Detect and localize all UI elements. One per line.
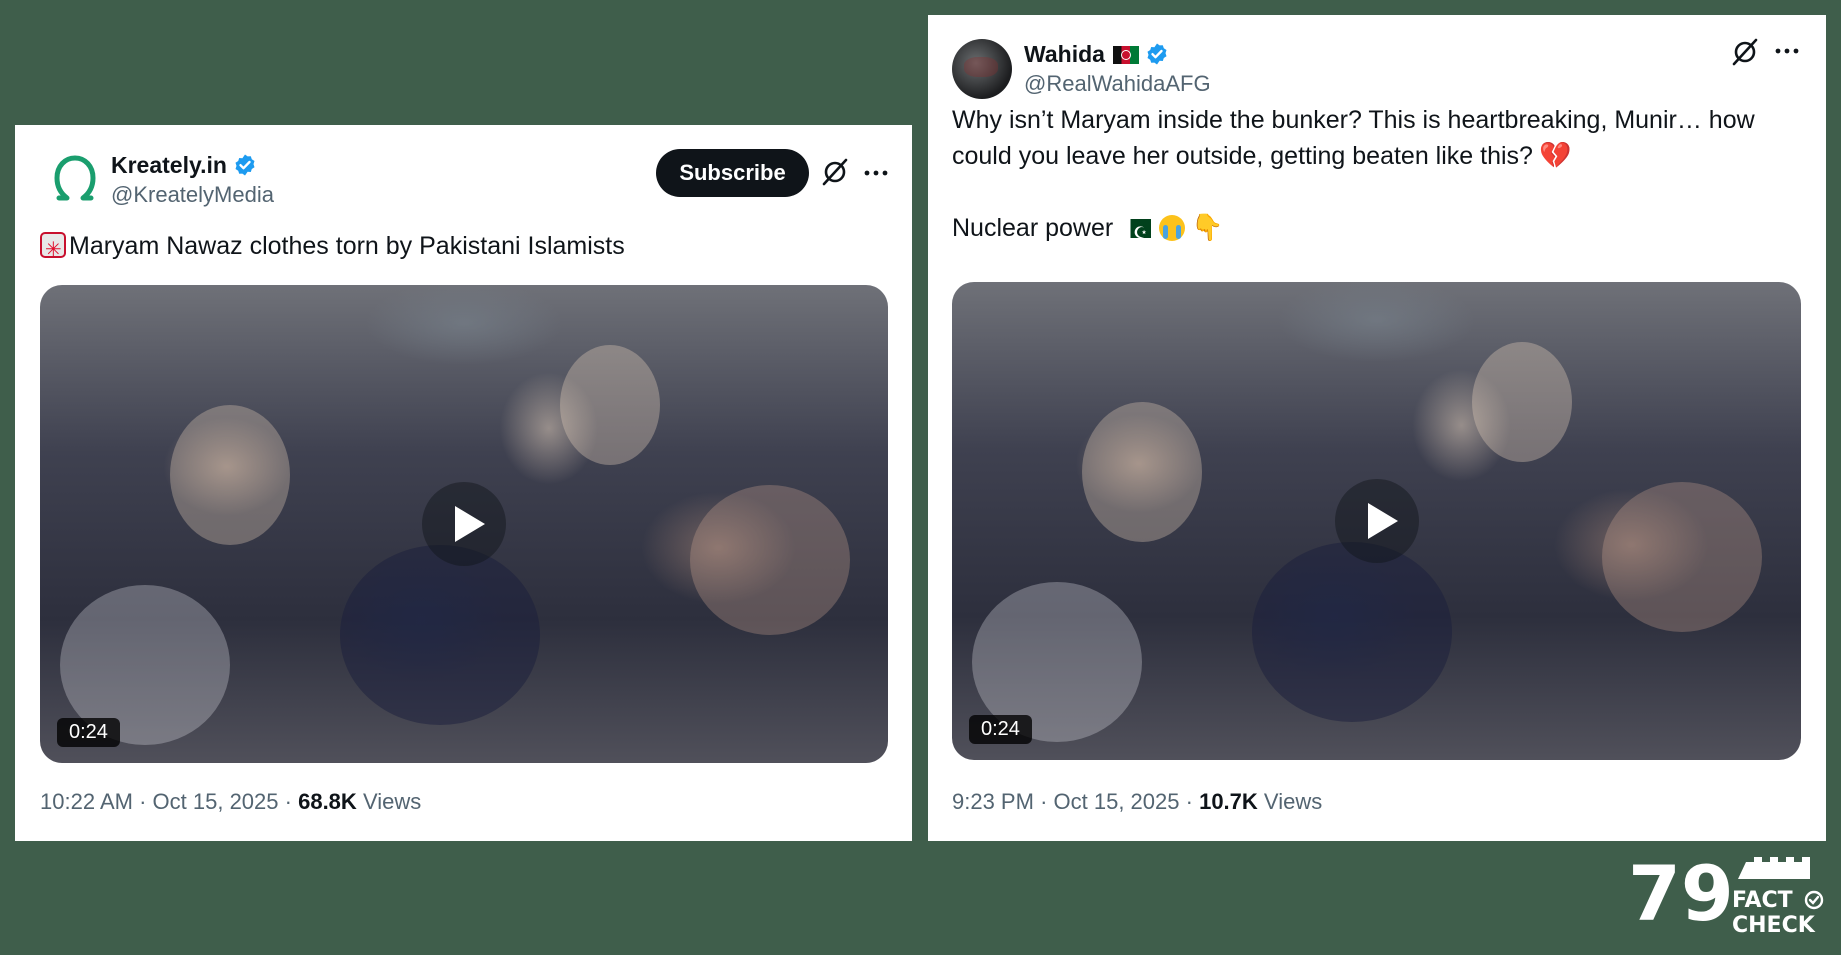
views-count: 68.8K	[298, 789, 357, 814]
tweet-text-content-2: Nuclear power	[952, 214, 1114, 242]
afghanistan-flag-icon	[1112, 46, 1139, 64]
more-options-icon[interactable]	[1773, 37, 1801, 65]
pakistan-flag-icon	[1123, 215, 1152, 251]
crying-face-emoji-icon	[1159, 215, 1186, 241]
wahida-avatar[interactable]	[952, 39, 1012, 99]
author-name-text[interactable]: Wahida	[1024, 41, 1105, 67]
tweet-text-content: Why isn’t Maryam inside the bunker? This…	[952, 106, 1755, 170]
tweet-date[interactable]: Oct 15, 2025	[1054, 789, 1180, 814]
video-duration: 0:24	[969, 715, 1032, 744]
79-fact-check-logo: 79 FACT CHECK	[1628, 856, 1824, 936]
video-player[interactable]: 0:24	[952, 282, 1801, 760]
video-duration: 0:24	[57, 718, 120, 747]
logo-text-fact: FACT	[1732, 888, 1793, 913]
views-label: Views	[362, 789, 422, 814]
views-label: Views	[1263, 789, 1323, 814]
siren-emoji-icon	[40, 231, 66, 267]
tweet-time[interactable]: 9:23 PM	[952, 789, 1034, 814]
tweet-text-content: Maryam Nawaz clothes torn by Pakistani I…	[69, 232, 625, 260]
meta-separator: ·	[284, 789, 292, 814]
tweet-date[interactable]: Oct 15, 2025	[153, 789, 279, 814]
verified-badge-icon	[235, 154, 255, 176]
tweet-time[interactable]: 10:22 AM	[40, 789, 133, 814]
views-count: 10.7K	[1199, 789, 1258, 814]
tweet-card-kreately: Kreately.in @KreatelyMedia Subscribe Mar…	[15, 125, 912, 841]
author-name[interactable]: Kreately.in	[111, 152, 257, 179]
tweet-card-wahida: Wahida @RealWahidaAFG Why isn’t Maryam i…	[928, 15, 1826, 841]
omega-logo-icon	[54, 155, 96, 201]
logo-battlement-icon	[1738, 857, 1810, 879]
grok-icon[interactable]	[1730, 37, 1760, 67]
tweet-text: Maryam Nawaz clothes torn by Pakistani I…	[40, 228, 890, 267]
pointing-down-emoji-icon: 👇	[1191, 213, 1224, 243]
verified-badge-icon	[1147, 43, 1167, 65]
kreately-avatar[interactable]	[45, 150, 105, 210]
more-options-icon[interactable]	[862, 159, 890, 187]
tweet-text-line-2: Nuclear power 👇	[952, 210, 1802, 251]
grok-icon[interactable]	[820, 157, 850, 187]
tweet-text: Why isn’t Maryam inside the bunker? This…	[952, 102, 1802, 174]
meta-separator: ·	[1040, 789, 1048, 814]
author-name-text[interactable]: Kreately.in	[111, 152, 227, 178]
tweet-meta: 9:23 PM · Oct 15, 2025 · 10.7K Views	[952, 789, 1322, 815]
play-button-icon[interactable]	[422, 482, 506, 566]
video-player[interactable]: 0:24	[40, 285, 888, 763]
meta-separator: ·	[1185, 789, 1193, 814]
logo-text-check: CHECK	[1732, 913, 1816, 936]
play-button-icon[interactable]	[1334, 479, 1419, 563]
author-handle[interactable]: @KreatelyMedia	[111, 182, 274, 208]
tweet-meta: 10:22 AM · Oct 15, 2025 · 68.8K Views	[40, 789, 421, 815]
author-handle[interactable]: @RealWahidaAFG	[1024, 71, 1211, 97]
author-name[interactable]: Wahida	[1024, 41, 1169, 68]
meta-separator: ·	[139, 789, 147, 814]
logo-number: 79	[1628, 856, 1734, 936]
broken-heart-emoji-icon: 💔	[1538, 141, 1572, 171]
subscribe-button[interactable]: Subscribe	[656, 149, 809, 197]
